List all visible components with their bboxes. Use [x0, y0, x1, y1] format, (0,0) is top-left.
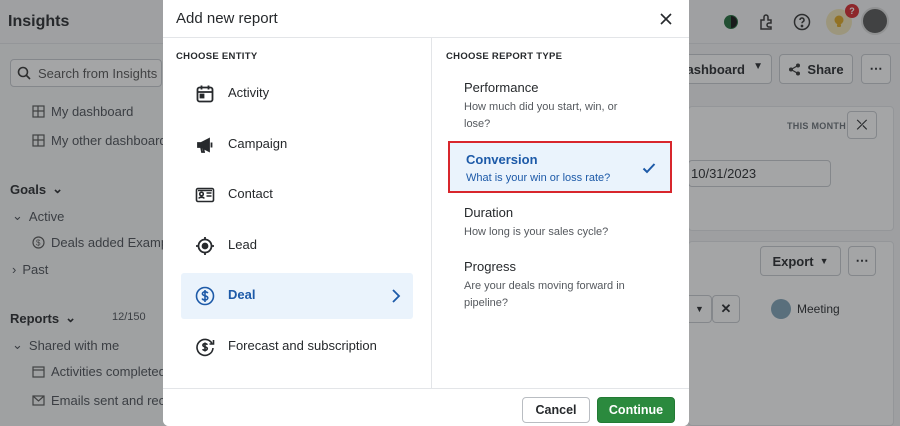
target-icon	[196, 237, 214, 255]
report-type-title: Performance	[464, 80, 539, 95]
modal-footer: Cancel Continue	[163, 388, 689, 426]
entity-section-label: CHOOSE ENTITY	[176, 51, 258, 62]
report-type-performance[interactable]: Performance How much did you start, win,…	[446, 80, 670, 132]
report-type-column: CHOOSE REPORT TYPE Performance How much …	[432, 38, 689, 388]
entity-deal[interactable]: Deal	[181, 273, 413, 319]
report-type-title: Progress	[464, 259, 517, 274]
forecast-dollar-icon	[196, 338, 215, 357]
report-type-progress[interactable]: Progress Are your deals moving forward i…	[446, 259, 670, 311]
chevron-right-icon	[392, 289, 401, 303]
entity-lead[interactable]: Lead	[181, 223, 413, 269]
add-report-modal: Add new report CHOOSE ENTITY Activity Ca…	[163, 0, 689, 426]
continue-button[interactable]: Continue	[597, 397, 675, 423]
calendar-icon	[196, 85, 214, 103]
close-icon[interactable]	[657, 10, 675, 28]
report-type-desc: What is your win or loss rate?	[466, 172, 611, 184]
report-type-duration[interactable]: Duration How long is your sales cycle?	[446, 205, 670, 245]
entity-campaign[interactable]: Campaign	[181, 122, 413, 168]
checkmark-icon	[642, 163, 656, 174]
entity-label: Activity	[228, 85, 270, 100]
report-type-title: Duration	[464, 205, 514, 220]
entity-column: CHOOSE ENTITY Activity Campaign Contact …	[163, 38, 432, 388]
cancel-button[interactable]: Cancel	[522, 397, 590, 423]
report-type-desc: How much did you start, win, or lose?	[464, 101, 618, 130]
megaphone-icon	[197, 137, 213, 153]
entity-label: Contact	[228, 186, 273, 201]
entity-contact[interactable]: Contact	[181, 172, 413, 218]
entity-label: Lead	[228, 237, 257, 252]
entity-label: Campaign	[228, 136, 288, 151]
dollar-circle-icon	[195, 286, 215, 306]
entity-activity[interactable]: Activity	[181, 71, 413, 117]
contact-card-icon	[195, 187, 215, 203]
report-type-conversion[interactable]: Conversion What is your win or loss rate…	[448, 141, 672, 193]
entity-label: Deal	[228, 287, 256, 302]
report-type-section-label: CHOOSE REPORT TYPE	[446, 51, 563, 62]
report-type-desc: How long is your sales cycle?	[464, 226, 609, 238]
modal-header: Add new report	[163, 0, 689, 38]
modal-title: Add new report	[176, 10, 278, 27]
report-type-title: Conversion	[466, 152, 538, 167]
entity-label: Forecast and subscription	[228, 338, 377, 353]
report-type-desc: Are your deals moving forward in pipelin…	[464, 280, 625, 309]
entity-forecast[interactable]: Forecast and subscription	[181, 324, 413, 370]
